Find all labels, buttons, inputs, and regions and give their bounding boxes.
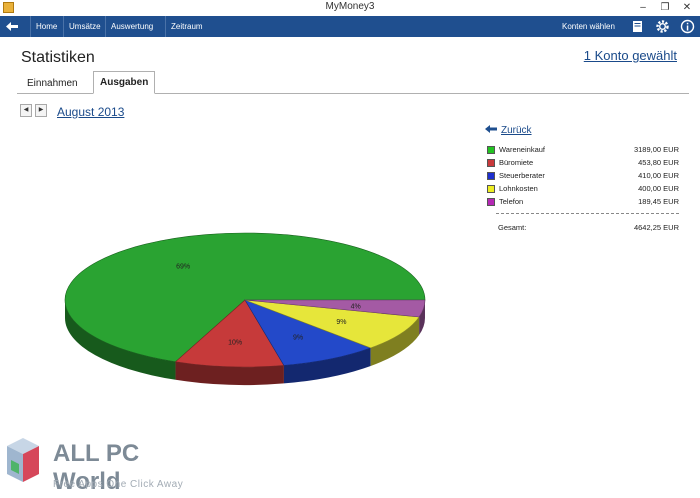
menu-auswertung[interactable]: Auswertung — [105, 16, 158, 37]
pie-slice-label: 4% — [351, 303, 361, 310]
back-arrow-icon — [485, 125, 497, 133]
legend-swatch — [487, 159, 495, 167]
legend-row: Büromiete 453,80 EUR — [487, 157, 680, 170]
period-link[interactable]: August 2013 — [57, 105, 124, 119]
accounts-selected-link[interactable]: 1 Konto gewählt — [584, 48, 677, 63]
back-link[interactable]: Zurück — [485, 124, 532, 136]
info-icon[interactable] — [680, 19, 695, 34]
restore-button[interactable]: ❐ — [654, 0, 676, 15]
minimize-button[interactable]: – — [632, 0, 654, 15]
back-arrow-icon[interactable] — [5, 20, 19, 33]
legend-value: 3189,00 EUR — [633, 145, 679, 154]
menu-umsaetze[interactable]: Umsätze — [63, 16, 106, 37]
legend-swatch — [487, 185, 495, 193]
watermark-logo-icon — [7, 438, 39, 482]
page-title: Statistiken — [21, 49, 95, 66]
accounts-book-icon[interactable] — [630, 19, 645, 34]
expenses-pie-chart: 69% 10% 9% 9% 4% — [64, 232, 426, 385]
pie-slice-label: 9% — [336, 319, 346, 326]
pie-slice-label: 9% — [293, 335, 303, 342]
legend-swatch — [487, 146, 495, 154]
back-link-label: Zurück — [501, 125, 532, 136]
tab-bar: Einnahmen Ausgaben — [17, 71, 689, 94]
legend-name: Steuerberater — [499, 171, 545, 180]
legend-swatch — [487, 198, 495, 206]
next-period-button[interactable]: ▶ — [35, 104, 47, 117]
watermark-subtitle: Free Apps One Click Away — [53, 479, 184, 490]
legend-value: 410,00 EUR — [638, 171, 679, 180]
window-titlebar: MyMoney3 – ❐ ✕ — [0, 0, 700, 17]
tab-ausgaben[interactable]: Ausgaben — [93, 71, 156, 94]
legend-name: Büromiete — [499, 158, 534, 167]
legend-row: Steuerberater 410,00 EUR — [487, 170, 680, 183]
tab-einnahmen[interactable]: Einnahmen — [21, 73, 84, 92]
legend-row: Lohnkosten 400,00 EUR — [487, 183, 680, 196]
legend-total: Gesamt: 4642,25 EUR — [496, 223, 679, 235]
total-label: Gesamt: — [498, 223, 527, 232]
settings-gear-icon[interactable] — [655, 19, 670, 34]
window-title: MyMoney3 — [325, 1, 375, 12]
pie-slice-label: 10% — [228, 339, 242, 346]
legend-row: Wareneinkauf 3189,00 EUR — [487, 144, 680, 157]
accounts-button[interactable]: Konten wählen — [562, 16, 615, 37]
legend-name: Lohnkosten — [499, 184, 538, 193]
legend: Wareneinkauf 3189,00 EUR Büromiete 453,8… — [487, 144, 680, 209]
menu-home[interactable]: Home — [30, 16, 62, 37]
legend-divider — [496, 213, 679, 214]
legend-value: 453,80 EUR — [638, 158, 679, 167]
legend-name: Telefon — [499, 197, 524, 206]
menubar: Home Umsätze Auswertung Zeitraum Konten … — [0, 16, 700, 37]
close-button[interactable]: ✕ — [676, 0, 698, 15]
total-value: 4642,25 EUR — [633, 223, 679, 232]
pie-slice-label: 69% — [176, 263, 190, 270]
legend-name: Wareneinkauf — [499, 145, 545, 154]
legend-row: Telefon 189,45 EUR — [487, 196, 680, 209]
legend-value: 189,45 EUR — [638, 197, 679, 206]
menu-zeitraum[interactable]: Zeitraum — [165, 16, 208, 37]
watermark: ALL PC World Free Apps One Click Away — [3, 436, 203, 495]
legend-swatch — [487, 172, 495, 180]
legend-value: 400,00 EUR — [638, 184, 679, 193]
previous-period-button[interactable]: ◀ — [20, 104, 32, 117]
